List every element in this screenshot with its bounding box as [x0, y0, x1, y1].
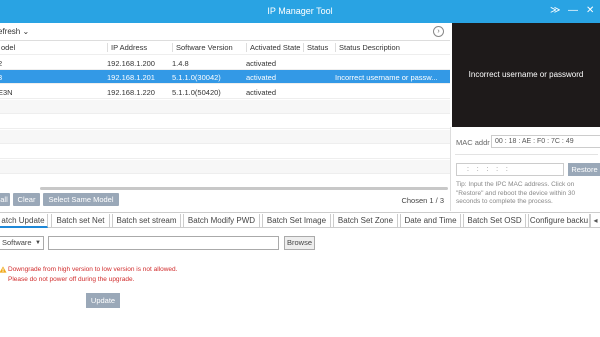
select-same-model-button[interactable]: Select Same Model: [43, 193, 119, 206]
cell-state: activated: [246, 59, 277, 68]
mac-restore-panel: MAC addr 00 : 18 : AE : F0 : 7C : 49 : :…: [450, 127, 600, 211]
tab-batch-update[interactable]: atch Update: [0, 214, 48, 228]
cell-version: 5.1.1.0(30042): [172, 73, 221, 82]
restore-tip: Tip: Input the IPC MAC address. Click on…: [456, 181, 576, 205]
browse-button[interactable]: Browse: [284, 236, 315, 250]
empty-row: [0, 160, 450, 174]
device-table: odel IP Address Software Version Activat…: [0, 41, 450, 189]
close-icon[interactable]: ✕: [586, 5, 594, 17]
warning-icon: [0, 266, 7, 273]
tab-scroll-left-icon[interactable]: ◂: [590, 214, 600, 228]
tab-batch-set-osd[interactable]: Batch Set OSD: [463, 214, 526, 228]
mac-address-field[interactable]: 00 : 18 : AE : F0 : 7C : 49: [491, 135, 600, 148]
empty-row: [0, 130, 450, 144]
tab-batch-set-zone[interactable]: Batch Set Zone: [333, 214, 398, 228]
restore-mac-input[interactable]: : : : : :: [456, 163, 564, 176]
chevron-down-icon: ▼: [35, 240, 41, 246]
clear-button[interactable]: Clear: [13, 193, 40, 206]
select-all-button[interactable]: all: [0, 193, 10, 206]
cell-model: E3N: [0, 88, 13, 97]
header-status[interactable]: Status: [303, 43, 335, 52]
cell-model: 3: [0, 73, 3, 82]
title-bar: IP Manager Tool ≫ — ✕: [0, 0, 600, 23]
header-description[interactable]: Status Description: [335, 43, 447, 52]
tab-batch-modify-pwd[interactable]: Batch Modify PWD: [183, 214, 260, 228]
cell-ip: 192.168.1.200: [107, 59, 155, 68]
downgrade-warning: Downgrade from high version to low versi…: [8, 266, 178, 273]
tab-batch-set-net[interactable]: Batch set Net: [51, 214, 110, 228]
minimize-icon[interactable]: —: [568, 5, 578, 17]
upgrade-type-value: Software: [2, 238, 32, 247]
chosen-count: Chosen 1 / 3: [401, 196, 444, 205]
upgrade-file-path-input[interactable]: [48, 236, 279, 250]
mac-label: MAC addr: [456, 138, 490, 147]
cell-ip: 192.168.1.220: [107, 88, 155, 97]
upgrade-type-select[interactable]: Software ▼: [0, 236, 44, 250]
cell-state: activated: [246, 88, 277, 97]
header-ip[interactable]: IP Address: [107, 43, 172, 52]
header-model[interactable]: odel: [0, 43, 104, 52]
refresh-button[interactable]: efresh ⌄: [0, 27, 29, 36]
table-row[interactable]: 2 192.168.1.200 1.4.8 activated: [0, 56, 450, 70]
cell-state: activated: [246, 73, 277, 82]
empty-row: [0, 100, 450, 114]
cell-description: Incorrect username or passw...: [335, 73, 438, 82]
tab-date-and-time[interactable]: Date and Time: [400, 214, 461, 228]
window-title: IP Manager Tool: [267, 6, 333, 16]
cell-ip: 192.168.1.201: [107, 73, 155, 82]
restore-button[interactable]: Restore: [568, 163, 600, 176]
table-row[interactable]: E3N 192.168.1.220 5.1.1.0(50420) activat…: [0, 85, 450, 99]
collapse-icon[interactable]: ≫: [550, 5, 560, 17]
video-preview: Incorrect username or password: [452, 23, 600, 127]
cell-model: 2: [0, 59, 3, 68]
empty-row: [0, 115, 450, 129]
cell-version: 5.1.1.0(50420): [172, 88, 221, 97]
tab-batch-set-stream[interactable]: Batch set stream: [112, 214, 181, 228]
device-toolbar: efresh ⌄ ›: [0, 23, 450, 41]
preview-message: Incorrect username or password: [468, 70, 584, 79]
update-button[interactable]: Update: [86, 293, 120, 308]
table-row[interactable]: 3 192.168.1.201 5.1.1.0(30042) activated…: [0, 70, 450, 84]
selection-actions: all Clear Select Same Model Chosen 1 / 3: [0, 193, 450, 208]
table-header: odel IP Address Software Version Activat…: [0, 41, 450, 55]
cell-version: 1.4.8: [172, 59, 189, 68]
empty-row: [0, 145, 450, 159]
tab-batch-set-image[interactable]: Batch Set Image: [262, 214, 331, 228]
batch-update-panel: Software ▼ Browse Downgrade from high ve…: [0, 229, 600, 337]
horizontal-scrollbar[interactable]: [40, 187, 448, 190]
header-state[interactable]: Activated State: [246, 43, 303, 52]
divider: [455, 154, 598, 155]
panel-toggle-icon[interactable]: ›: [433, 26, 444, 37]
tab-bar: atch Update Batch set Net Batch set stre…: [0, 212, 600, 228]
header-version[interactable]: Software Version: [172, 43, 246, 52]
power-warning: Please do not power off during the upgra…: [8, 276, 135, 283]
tab-configure-backup[interactable]: Configure backu: [528, 214, 590, 228]
